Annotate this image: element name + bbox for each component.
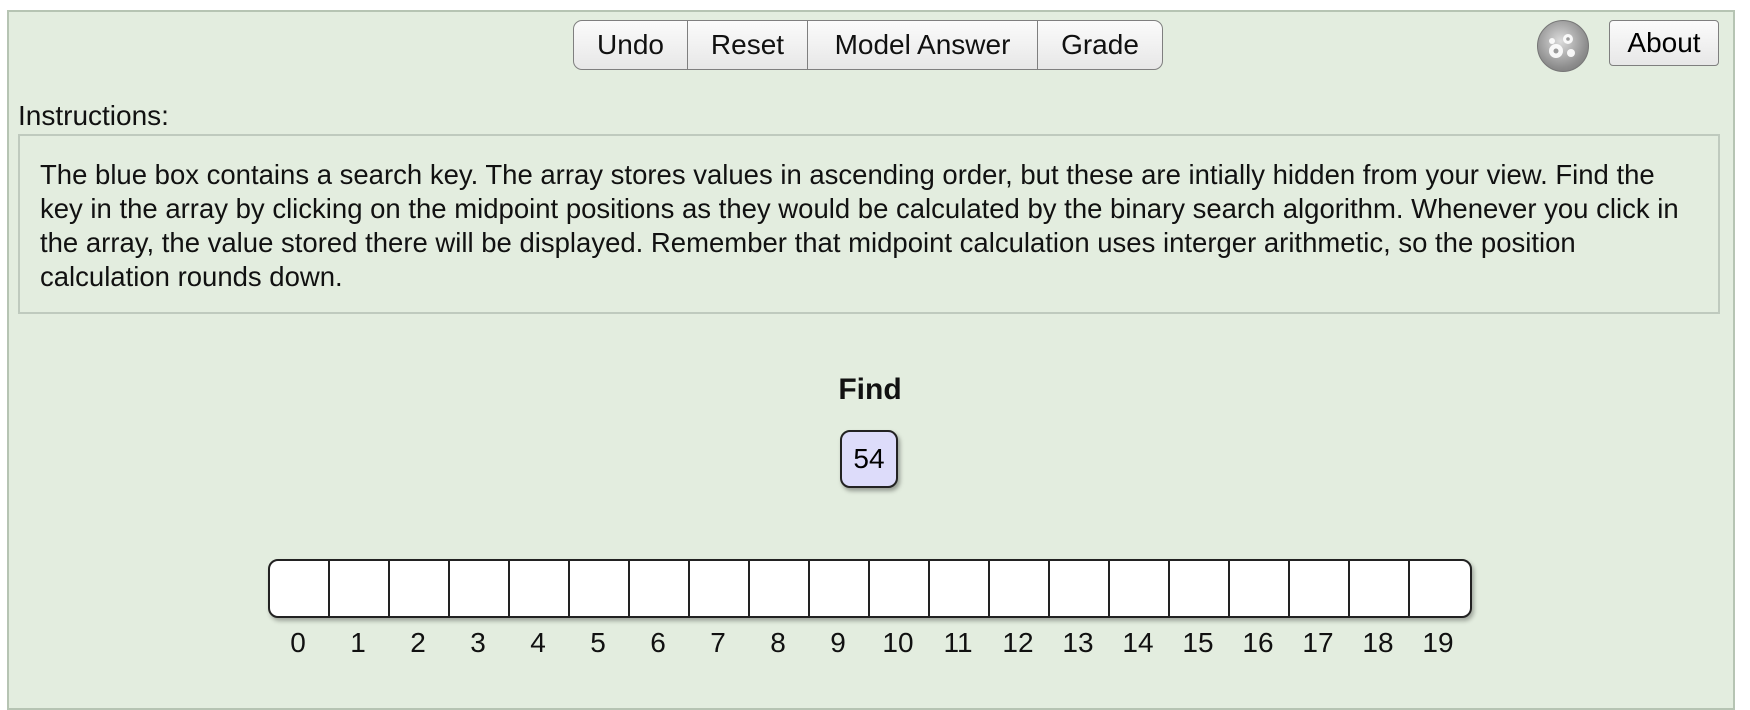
array-cell[interactable] [1230, 561, 1290, 616]
array-cell[interactable] [390, 561, 450, 616]
array-index-label: 0 [290, 627, 306, 658]
array-cell[interactable] [630, 561, 690, 616]
array-cell[interactable] [1170, 561, 1230, 616]
search-key-box: 54 [840, 430, 898, 488]
array-cell[interactable] [450, 561, 510, 616]
array-index-label: 8 [770, 627, 786, 658]
array-index-label: 19 [1422, 627, 1454, 658]
array [268, 559, 1472, 618]
array-cell[interactable] [870, 561, 930, 616]
array-cell[interactable] [570, 561, 630, 616]
array-index-label: 2 [410, 627, 426, 658]
array-index-label: 4 [530, 627, 546, 658]
array-cell[interactable] [1290, 561, 1350, 616]
control-button-group: Undo Reset Model Answer Grade [573, 20, 1163, 70]
instructions-text: The blue box contains a search key. The … [18, 134, 1720, 314]
array-index-label: 7 [710, 627, 726, 658]
array-cell[interactable] [1110, 561, 1170, 616]
model-answer-button[interactable]: Model Answer [808, 21, 1038, 69]
array-cell[interactable] [330, 561, 390, 616]
array-index-label: 11 [943, 627, 973, 658]
undo-button[interactable]: Undo [574, 21, 688, 69]
about-button[interactable]: About [1609, 20, 1719, 66]
array-index-label: 15 [1182, 627, 1214, 658]
array-index-label: 10 [882, 627, 914, 658]
array-cell[interactable] [1410, 561, 1470, 616]
reset-button[interactable]: Reset [688, 21, 808, 69]
array-index-label: 17 [1302, 627, 1334, 658]
array-cell[interactable] [930, 561, 990, 616]
grade-button[interactable]: Grade [1038, 21, 1162, 69]
settings-gear-icon[interactable] [1537, 20, 1589, 72]
array-cell[interactable] [990, 561, 1050, 616]
array-index-label: 14 [1122, 627, 1154, 658]
instructions-label: Instructions: [18, 100, 169, 131]
array-index-label: 18 [1362, 627, 1394, 658]
array-index-label: 16 [1242, 627, 1274, 658]
array-index-label: 5 [590, 627, 606, 658]
array-index-row: 0 1 2 3 4 5 6 7 8 9 10 11 12 13 14 15 16 17 18 19 [268, 627, 1468, 659]
array-cell[interactable] [690, 561, 750, 616]
array-index-label: 1 [350, 627, 366, 658]
array-cell[interactable] [810, 561, 870, 616]
array-index-label: 6 [650, 627, 666, 658]
array-cell[interactable] [510, 561, 570, 616]
find-label: Find [838, 373, 902, 406]
array-cell[interactable] [1050, 561, 1110, 616]
array-index-label: 13 [1062, 627, 1094, 658]
array-cell[interactable] [1350, 561, 1410, 616]
array-cell[interactable] [750, 561, 810, 616]
array-index-label: 9 [830, 627, 846, 658]
gear-icon [1549, 34, 1575, 58]
array-index-label: 3 [470, 627, 486, 658]
array-index-label: 12 [1002, 627, 1034, 658]
array-cell[interactable] [270, 561, 330, 616]
